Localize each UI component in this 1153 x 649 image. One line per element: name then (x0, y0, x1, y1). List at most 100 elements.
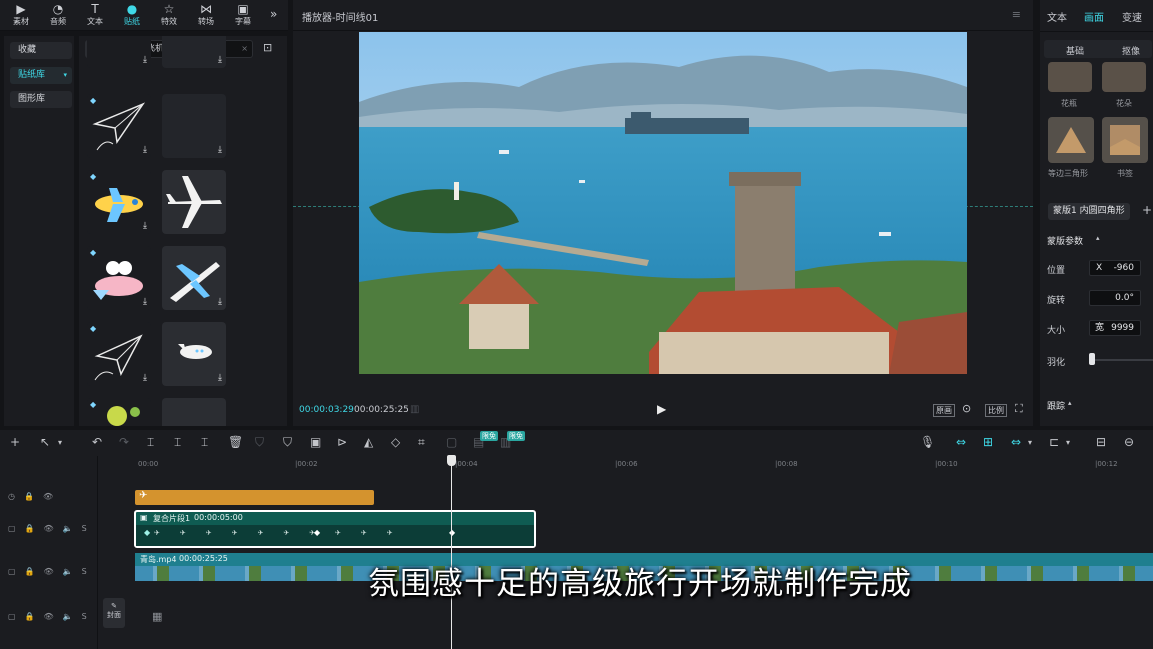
compound-clip[interactable]: ▣ 复合片段1 00:00:05:00 ◆ ◆ ◆ ✈✈✈✈✈✈✈✈✈✈ (134, 510, 536, 548)
tab-speed[interactable]: 变速 (1122, 9, 1142, 24)
sticker-item[interactable]: ⤓ (162, 94, 226, 158)
image-search-icon[interactable]: ⊡ (263, 41, 272, 54)
timeline-list-icon[interactable]: ▥ (410, 404, 419, 415)
sticker-animal-plane[interactable]: ◆ ⤓ (87, 246, 151, 310)
redo-icon[interactable]: ↷ (119, 435, 129, 449)
sticker-jet-plane[interactable]: ⤓ (162, 246, 226, 310)
sticker-item[interactable]: ◆ (87, 398, 151, 426)
snap-icon[interactable]: ⇔ (956, 435, 966, 449)
menu-icon[interactable]: ≡ (1012, 8, 1021, 21)
clear-icon[interactable]: × (241, 41, 248, 57)
download-icon[interactable]: ⤓ (218, 55, 222, 65)
sticker-item[interactable]: ⤓ (87, 36, 151, 68)
mask-preset-bookmark[interactable] (1102, 117, 1148, 163)
sticker-paper-plane-2[interactable]: ◆ ⤓ (87, 322, 151, 386)
split-icon[interactable]: ⌶ (147, 435, 154, 450)
mask-chip[interactable]: 蒙版1 内圆四角形 (1048, 203, 1130, 220)
keyframe-icon[interactable]: ◆ (449, 528, 455, 537)
tracking-section[interactable]: 跟踪 (1047, 399, 1065, 412)
download-icon[interactable]: ⤓ (218, 373, 222, 383)
audio-track-controls[interactable]: ▢🔒👁🔈S (8, 612, 96, 621)
aspect-ratio-button[interactable]: 比例 (985, 404, 1007, 417)
tab-picture[interactable]: 画面 (1084, 9, 1104, 24)
mask-preset-vase[interactable] (1048, 62, 1092, 92)
chevron-up-icon[interactable]: ▴ (1068, 399, 1072, 407)
main-track-controls[interactable]: ▢🔒👁🔈S (8, 567, 96, 576)
playhead[interactable] (451, 456, 452, 649)
zoom-out-icon[interactable]: ⊖ (1124, 435, 1134, 449)
delete-icon[interactable]: 🗑 (228, 435, 243, 449)
align-icon[interactable]: ⊏ (1049, 435, 1059, 449)
mirror-icon[interactable]: ◭ (364, 435, 373, 449)
download-icon[interactable]: ⤓ (143, 221, 147, 231)
tab-text[interactable]: 文本 (1047, 9, 1067, 24)
tool-caption[interactable]: ▣ 字幕 (226, 2, 260, 30)
download-icon[interactable]: ⤓ (143, 145, 147, 155)
split-left-icon[interactable]: ⌶ (174, 435, 181, 450)
download-icon[interactable]: ⤓ (143, 55, 147, 65)
download-icon[interactable]: ⤓ (143, 373, 147, 383)
nav-favorites[interactable]: 收藏 (10, 42, 72, 59)
preview-axis-icon[interactable]: ⇔ (1011, 435, 1021, 449)
mask-params-title[interactable]: 蒙版参数 (1047, 234, 1083, 247)
film-icon[interactable]: ▦ (152, 610, 162, 623)
download-icon[interactable]: ⤓ (143, 297, 147, 307)
rotate-icon[interactable]: ◇ (391, 435, 400, 449)
add-track-icon[interactable]: + (10, 435, 20, 449)
sticker-cartoon-plane[interactable]: ◆ ⤓ (87, 170, 151, 234)
marker-icon[interactable]: ⛉ (255, 435, 264, 450)
tool-media[interactable]: ▶ 素材 (4, 2, 38, 30)
microphone-icon[interactable]: 🎙 (920, 435, 935, 449)
tool-effects[interactable]: ☆ 特效 (152, 2, 186, 30)
mask-preset-flower[interactable] (1102, 62, 1146, 92)
download-icon[interactable]: ⤓ (218, 297, 222, 307)
compound-track-controls[interactable]: ▢🔒👁🔈S (8, 524, 96, 533)
mask-preset-triangle[interactable] (1048, 117, 1094, 163)
sticker-white-airplane[interactable] (162, 170, 226, 234)
rotation-input[interactable]: 0.0° (1089, 290, 1141, 306)
tool-transition[interactable]: ⋈ 转场 (189, 2, 223, 30)
position-x-input[interactable]: X -960 (1089, 260, 1141, 276)
playhead-handle[interactable] (447, 455, 456, 466)
time-ruler[interactable]: 00:00 |00:02 |00:04 |00:06 |00:08 |00:10… (135, 456, 1153, 472)
download-icon[interactable]: ⤓ (218, 145, 222, 155)
feather-slider-handle[interactable] (1089, 353, 1095, 365)
sticker-item[interactable]: ⤓ (162, 36, 226, 68)
tool-audio[interactable]: ◔ 音频 (41, 2, 75, 30)
chevron-down-icon[interactable]: ▾ (58, 438, 62, 447)
fullscreen-icon[interactable]: ⛶ (1015, 402, 1023, 416)
keyframe-icon[interactable]: ◆ (144, 528, 150, 537)
sticker-small-plane[interactable]: ⤓ (162, 322, 226, 386)
sticker-clip[interactable]: ✈ (135, 490, 374, 505)
chevron-down-icon[interactable]: ▾ (1028, 438, 1032, 447)
sticker-item[interactable] (162, 398, 226, 426)
freeze-icon[interactable]: ▣ (310, 435, 321, 449)
chevron-up-icon[interactable]: ▴ (1096, 234, 1100, 242)
tool-text[interactable]: T 文本 (78, 2, 112, 30)
select-tool-icon[interactable]: ↖ (40, 435, 50, 449)
play-circle-icon[interactable]: ⊳ (337, 435, 347, 449)
more-tools-icon[interactable]: » (270, 7, 277, 21)
screenshot-icon[interactable]: ⊙ (962, 402, 971, 415)
size-width-input[interactable]: 宽 9999 (1089, 320, 1141, 336)
cover-button[interactable]: ✎ 封面 (103, 598, 125, 628)
play-button-icon[interactable]: ▶ (657, 402, 666, 416)
link-icon[interactable]: ⊞ (983, 435, 993, 449)
original-quality-button[interactable]: 原画 (933, 404, 955, 417)
crop-icon[interactable]: ⌗ (418, 435, 425, 450)
shield-icon[interactable]: ⛉ (283, 435, 292, 450)
subtab-cutout[interactable]: 抠像 (1122, 44, 1140, 57)
subtab-basic[interactable]: 基础 (1066, 44, 1084, 57)
feather-slider[interactable] (1092, 359, 1153, 361)
resize-icon[interactable]: ▢ (446, 435, 457, 449)
sticker-track-controls[interactable]: ◷🔒👁 (8, 492, 62, 501)
add-mask-icon[interactable]: + (1142, 203, 1152, 217)
split-right-icon[interactable]: ⌶ (201, 435, 208, 450)
undo-icon[interactable]: ↶ (92, 435, 102, 449)
chevron-down-icon[interactable]: ▾ (1066, 438, 1070, 447)
fit-icon[interactable]: ⊟ (1096, 435, 1106, 449)
nav-shape-library[interactable]: 图形库 (10, 91, 72, 108)
sticker-paper-plane[interactable]: ◆ ⤓ (87, 94, 151, 158)
tool-sticker[interactable]: ● 贴纸 (115, 2, 149, 30)
nav-sticker-library[interactable]: 贴纸库 ▾ (10, 67, 72, 84)
